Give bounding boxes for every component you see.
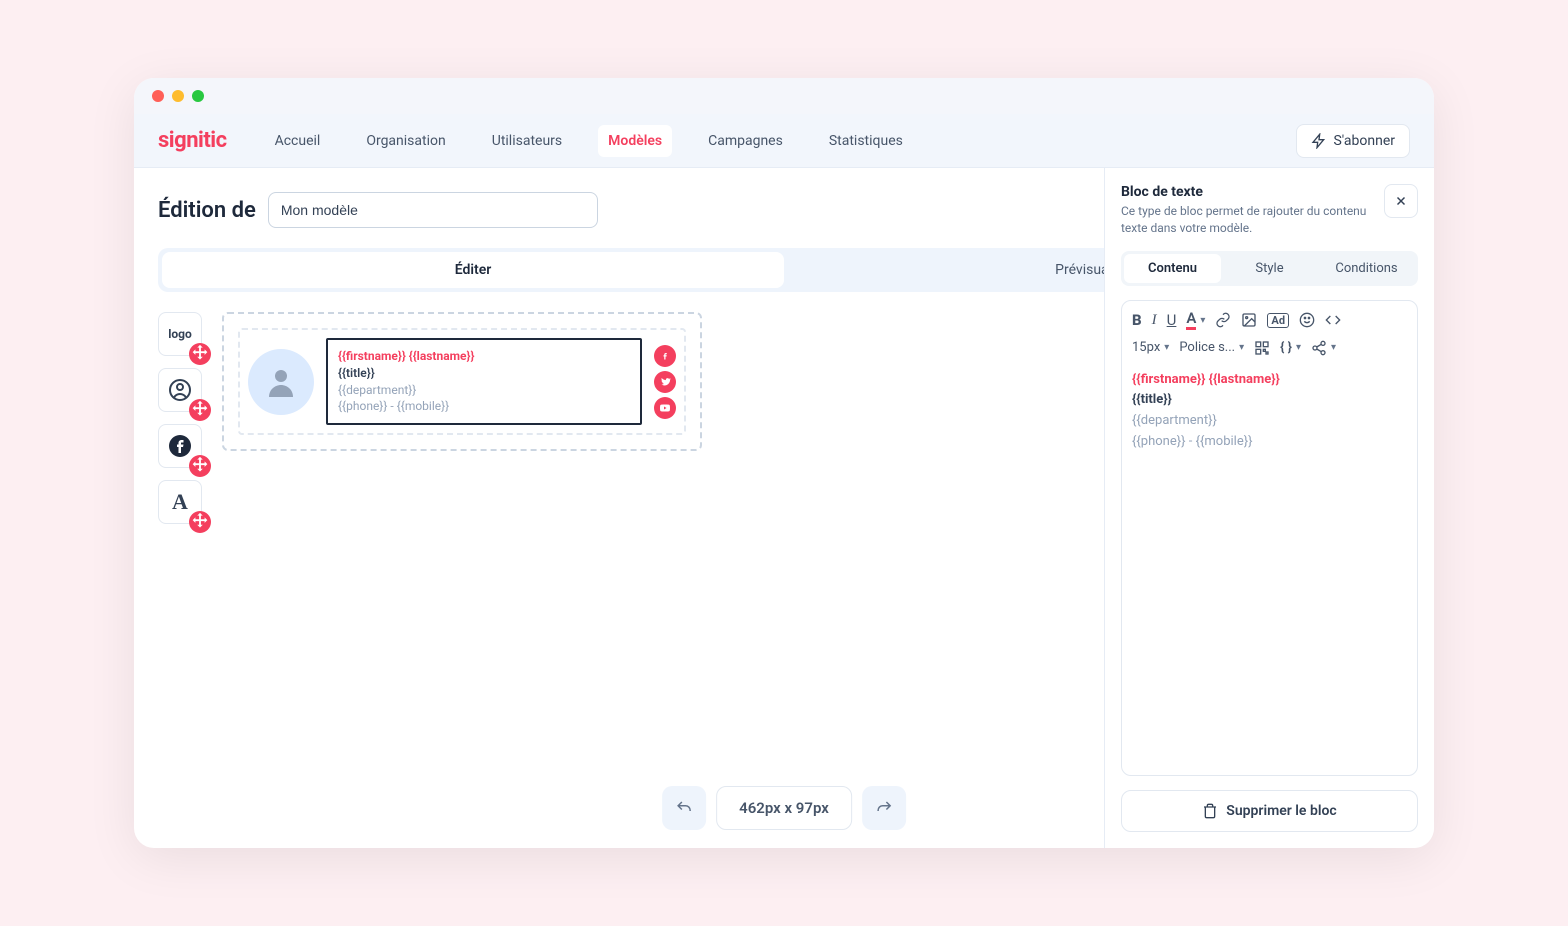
- bottom-toolbar: 462px x 97px: [662, 786, 906, 830]
- lightning-icon: [1311, 133, 1327, 149]
- drag-handle-icon: [189, 455, 211, 477]
- share-button[interactable]: ▾: [1311, 340, 1336, 356]
- window-close-dot[interactable]: [152, 90, 164, 102]
- palette-avatar-block[interactable]: [158, 368, 202, 412]
- rich-text-toolbar: B I U A▾ Ad 15px ▾ Police s... ▾ { } ▾ ▾: [1121, 300, 1418, 776]
- nav-organisation[interactable]: Organisation: [356, 125, 455, 157]
- user-icon: [263, 364, 299, 400]
- code-icon: [1325, 312, 1341, 328]
- drag-handle-icon: [189, 343, 211, 365]
- block-palette: logo A: [158, 312, 202, 524]
- nav-modeles[interactable]: Modèles: [598, 125, 672, 157]
- share-icon: [1311, 340, 1327, 356]
- page-title: Édition de: [158, 198, 256, 223]
- sig-phones-line: {{phone}} - {{mobile}}: [338, 398, 630, 415]
- palette-logo-block[interactable]: logo: [158, 312, 202, 356]
- window-titlebar: [134, 78, 1434, 114]
- side-panel: Bloc de texte Ce type de bloc permet de …: [1104, 168, 1434, 848]
- editor-dept-line: {{department}}: [1132, 411, 1407, 432]
- subscribe-button[interactable]: S'abonner: [1296, 124, 1410, 158]
- sidepanel-header: Bloc de texte Ce type de bloc permet de …: [1121, 184, 1418, 237]
- social-icons-column: [654, 345, 676, 419]
- palette-facebook-block[interactable]: [158, 424, 202, 468]
- tab-conditions[interactable]: Conditions: [1318, 254, 1415, 283]
- tab-style[interactable]: Style: [1221, 254, 1318, 283]
- underline-button[interactable]: U: [1167, 311, 1177, 329]
- top-nav: signitic Accueil Organisation Utilisateu…: [134, 114, 1434, 168]
- code-button[interactable]: [1325, 312, 1341, 328]
- brand-logo: signitic: [158, 128, 227, 153]
- sidepanel-description: Ce type de bloc permet de rajouter du co…: [1121, 203, 1374, 237]
- undo-button[interactable]: [662, 786, 706, 830]
- youtube-icon[interactable]: [654, 397, 676, 419]
- sidepanel-title: Bloc de texte: [1121, 184, 1374, 200]
- signature-text-block[interactable]: {{firstname}} {{lastname}} {{title}} {{d…: [326, 338, 642, 425]
- content-area: Édition de Supprimer Annuler Éditer Prév…: [134, 168, 1434, 848]
- text-icon: A: [172, 489, 188, 515]
- nav-campagnes[interactable]: Campagnes: [698, 125, 793, 157]
- rich-text-editor[interactable]: {{firstname}} {{lastname}} {{title}} {{d…: [1132, 366, 1407, 457]
- sig-name-line: {{firstname}} {{lastname}}: [338, 348, 630, 365]
- nav-statistiques[interactable]: Statistiques: [819, 125, 913, 157]
- window-min-dot[interactable]: [172, 90, 184, 102]
- font-family-select[interactable]: Police s... ▾: [1179, 340, 1244, 355]
- model-name-input[interactable]: [268, 192, 598, 228]
- tab-content[interactable]: Contenu: [1124, 254, 1221, 283]
- emoji-button[interactable]: [1299, 312, 1315, 328]
- nav-utilisateurs[interactable]: Utilisateurs: [482, 125, 572, 157]
- ad-button[interactable]: Ad: [1267, 313, 1289, 328]
- delete-block-button[interactable]: Supprimer le bloc: [1121, 790, 1418, 832]
- sidepanel-tabs: Contenu Style Conditions: [1121, 251, 1418, 286]
- editor-phones-line: {{phone}} - {{mobile}}: [1132, 432, 1407, 453]
- signature-row: {{firstname}} {{lastname}} {{title}} {{d…: [238, 328, 686, 435]
- window-max-dot[interactable]: [192, 90, 204, 102]
- redo-button[interactable]: [862, 786, 906, 830]
- image-icon: [1241, 312, 1257, 328]
- redo-icon: [875, 799, 893, 817]
- dimensions-display: 462px x 97px: [716, 786, 852, 830]
- signature-canvas[interactable]: {{firstname}} {{lastname}} {{title}} {{d…: [222, 312, 702, 451]
- editor-title-line: {{title}}: [1132, 390, 1407, 411]
- drag-handle-icon: [189, 399, 211, 421]
- emoji-icon: [1299, 312, 1315, 328]
- editor-name-line: {{firstname}} {{lastname}}: [1132, 370, 1407, 391]
- avatar-placeholder[interactable]: [248, 349, 314, 415]
- sig-dept-line: {{department}}: [338, 382, 630, 399]
- link-icon: [1215, 312, 1231, 328]
- qr-icon: [1254, 340, 1270, 356]
- drag-handle-icon: [189, 511, 211, 533]
- variable-button[interactable]: { } ▾: [1280, 340, 1301, 355]
- font-size-select[interactable]: 15px ▾: [1132, 340, 1169, 355]
- italic-button[interactable]: I: [1152, 312, 1157, 329]
- undo-icon: [675, 799, 693, 817]
- qr-button[interactable]: [1254, 340, 1270, 356]
- app-window: signitic Accueil Organisation Utilisateu…: [134, 78, 1434, 848]
- text-color-button[interactable]: A▾: [1186, 311, 1205, 330]
- palette-text-block[interactable]: A: [158, 480, 202, 524]
- bold-button[interactable]: B: [1132, 311, 1142, 329]
- close-icon: [1394, 194, 1408, 208]
- close-button[interactable]: [1384, 184, 1418, 218]
- facebook-icon[interactable]: [654, 345, 676, 367]
- sig-title-line: {{title}}: [338, 365, 630, 382]
- link-button[interactable]: [1215, 312, 1231, 328]
- tab-edit[interactable]: Éditer: [162, 252, 784, 288]
- image-button[interactable]: [1241, 312, 1257, 328]
- nav-accueil[interactable]: Accueil: [265, 125, 331, 157]
- trash-icon: [1202, 803, 1218, 819]
- twitter-icon[interactable]: [654, 371, 676, 393]
